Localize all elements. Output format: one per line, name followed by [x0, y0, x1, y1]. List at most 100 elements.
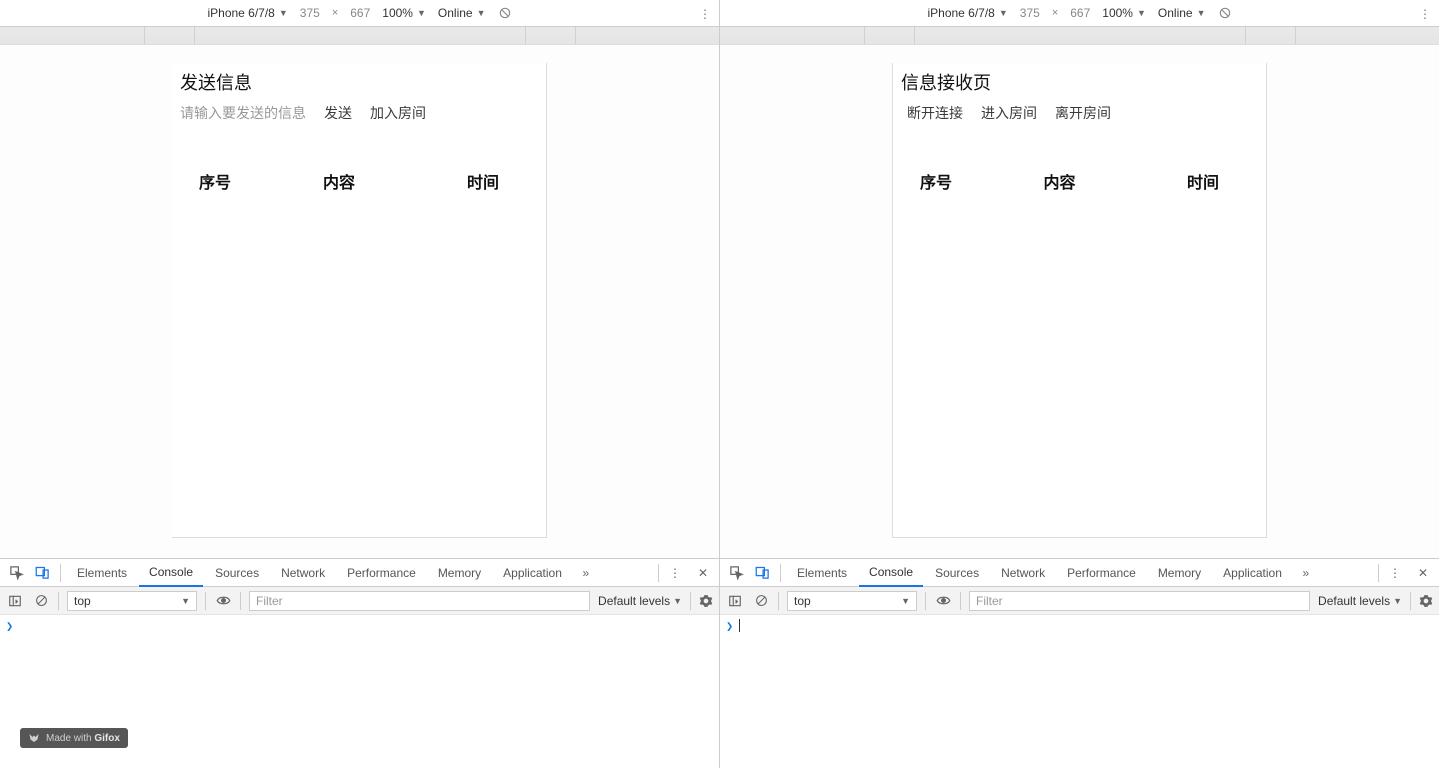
tab-performance[interactable]: Performance	[337, 559, 426, 587]
leave-room-button[interactable]: 离开房间	[1055, 103, 1111, 123]
kebab-menu-icon[interactable]: ⋮	[699, 0, 711, 27]
log-levels-select[interactable]: Default levels▼	[598, 594, 682, 608]
console-settings-icon[interactable]	[699, 594, 713, 608]
tab-performance[interactable]: Performance	[1057, 559, 1146, 587]
filter-input[interactable]: Filter	[969, 591, 1310, 611]
devtools-menu-icon[interactable]: ⋮	[1383, 561, 1407, 585]
divider	[205, 592, 206, 610]
context-select[interactable]: top▼	[787, 591, 917, 611]
context-select[interactable]: top▼	[67, 591, 197, 611]
device-height[interactable]: 667	[350, 6, 370, 20]
console-output[interactable]: ❯	[720, 615, 1439, 768]
more-tabs-icon[interactable]: »	[574, 561, 598, 585]
device-width[interactable]: 375	[1020, 6, 1040, 20]
viewport-area: 发送信息 请输入要发送的信息 发送 加入房间 序号 内容 时间	[0, 45, 719, 558]
tab-sources[interactable]: Sources	[925, 559, 989, 587]
toggle-device-toolbar-icon[interactable]	[30, 561, 54, 585]
devtools-menu-icon[interactable]: ⋮	[663, 561, 687, 585]
enter-room-button[interactable]: 进入房间	[981, 103, 1037, 123]
console-sidebar-toggle-icon[interactable]	[6, 592, 24, 610]
tab-application[interactable]: Application	[1213, 559, 1292, 587]
fox-icon	[28, 732, 40, 744]
kebab-menu-icon[interactable]: ⋮	[1419, 0, 1431, 27]
divider	[60, 564, 61, 582]
toggle-device-toolbar-icon[interactable]	[750, 561, 774, 585]
cursor	[739, 619, 740, 632]
tab-elements[interactable]: Elements	[787, 559, 857, 587]
col-content-header: 内容	[971, 169, 1148, 193]
divider	[1378, 564, 1379, 582]
divider	[240, 592, 241, 610]
console-prompt-icon: ❯	[726, 619, 733, 633]
page-title: 发送信息	[172, 63, 546, 99]
dimension-separator: ×	[332, 7, 338, 19]
divider	[58, 592, 59, 610]
filter-input[interactable]: Filter	[249, 591, 590, 611]
divider	[690, 592, 691, 610]
join-room-button[interactable]: 加入房间	[370, 103, 426, 123]
device-toolbar: iPhone 6/7/8▼ 375 × 667 100%▼ Online▼ ⋮	[0, 0, 719, 27]
clear-console-icon[interactable]	[752, 592, 770, 610]
device-height[interactable]: 667	[1070, 6, 1090, 20]
col-index-header: 序号	[180, 169, 250, 193]
message-input[interactable]: 请输入要发送的信息	[180, 103, 306, 123]
col-content-header: 内容	[250, 169, 428, 193]
console-settings-icon[interactable]	[1419, 594, 1433, 608]
divider	[780, 564, 781, 582]
tab-network[interactable]: Network	[271, 559, 335, 587]
table-header-row: 序号 内容 时间	[893, 123, 1266, 199]
gifox-watermark: Made with Gifox	[20, 728, 128, 748]
ruler-strip[interactable]	[720, 27, 1439, 45]
col-time-header: 时间	[428, 169, 538, 193]
console-toolbar: top▼ Filter Default levels▼	[0, 587, 719, 615]
rotate-icon[interactable]	[498, 6, 512, 20]
inspect-element-icon[interactable]	[4, 561, 28, 585]
table-header-row: 序号 内容 时间	[172, 123, 546, 199]
close-devtools-icon[interactable]: ✕	[1411, 561, 1435, 585]
devtools-panel: Elements Console Sources Network Perform…	[720, 558, 1439, 768]
log-levels-select[interactable]: Default levels▼	[1318, 594, 1402, 608]
console-prompt-icon: ❯	[6, 619, 13, 633]
device-select[interactable]: iPhone 6/7/8▼	[207, 6, 287, 20]
tab-memory[interactable]: Memory	[1148, 559, 1211, 587]
col-time-header: 时间	[1148, 169, 1258, 193]
tab-sources[interactable]: Sources	[205, 559, 269, 587]
tab-elements[interactable]: Elements	[67, 559, 137, 587]
live-expression-icon[interactable]	[214, 592, 232, 610]
clear-console-icon[interactable]	[32, 592, 50, 610]
page-title: 信息接收页	[893, 63, 1266, 99]
tab-console[interactable]: Console	[139, 559, 203, 587]
tab-memory[interactable]: Memory	[428, 559, 491, 587]
devtools-tabs: Elements Console Sources Network Perform…	[0, 559, 719, 587]
gifox-text: Made with Gifox	[46, 733, 120, 744]
zoom-select[interactable]: 100%▼	[1102, 6, 1146, 20]
viewport-area: 信息接收页 断开连接 进入房间 离开房间 序号 内容 时间	[720, 45, 1439, 558]
rotate-icon[interactable]	[1218, 6, 1232, 20]
divider	[778, 592, 779, 610]
device-toolbar: iPhone 6/7/8▼ 375 × 667 100%▼ Online▼ ⋮	[720, 0, 1439, 27]
ruler-strip[interactable]	[0, 27, 719, 45]
col-index-header: 序号	[901, 169, 971, 193]
inspect-element-icon[interactable]	[724, 561, 748, 585]
divider	[658, 564, 659, 582]
send-button[interactable]: 发送	[324, 103, 352, 123]
live-expression-icon[interactable]	[934, 592, 952, 610]
phone-frame: 发送信息 请输入要发送的信息 发送 加入房间 序号 内容 时间	[172, 63, 547, 538]
device-width[interactable]: 375	[300, 6, 320, 20]
network-select[interactable]: Online▼	[438, 6, 486, 20]
dimension-separator: ×	[1052, 7, 1058, 19]
close-devtools-icon[interactable]: ✕	[691, 561, 715, 585]
tab-application[interactable]: Application	[493, 559, 572, 587]
console-toolbar: top▼ Filter Default levels▼	[720, 587, 1439, 615]
zoom-select[interactable]: 100%▼	[382, 6, 426, 20]
console-sidebar-toggle-icon[interactable]	[726, 592, 744, 610]
devtools-tabs: Elements Console Sources Network Perform…	[720, 559, 1439, 587]
device-select[interactable]: iPhone 6/7/8▼	[927, 6, 1007, 20]
divider	[925, 592, 926, 610]
tab-console[interactable]: Console	[859, 559, 923, 587]
tab-network[interactable]: Network	[991, 559, 1055, 587]
disconnect-button[interactable]: 断开连接	[907, 103, 963, 123]
more-tabs-icon[interactable]: »	[1294, 561, 1318, 585]
phone-frame: 信息接收页 断开连接 进入房间 离开房间 序号 内容 时间	[892, 63, 1267, 538]
network-select[interactable]: Online▼	[1158, 6, 1206, 20]
